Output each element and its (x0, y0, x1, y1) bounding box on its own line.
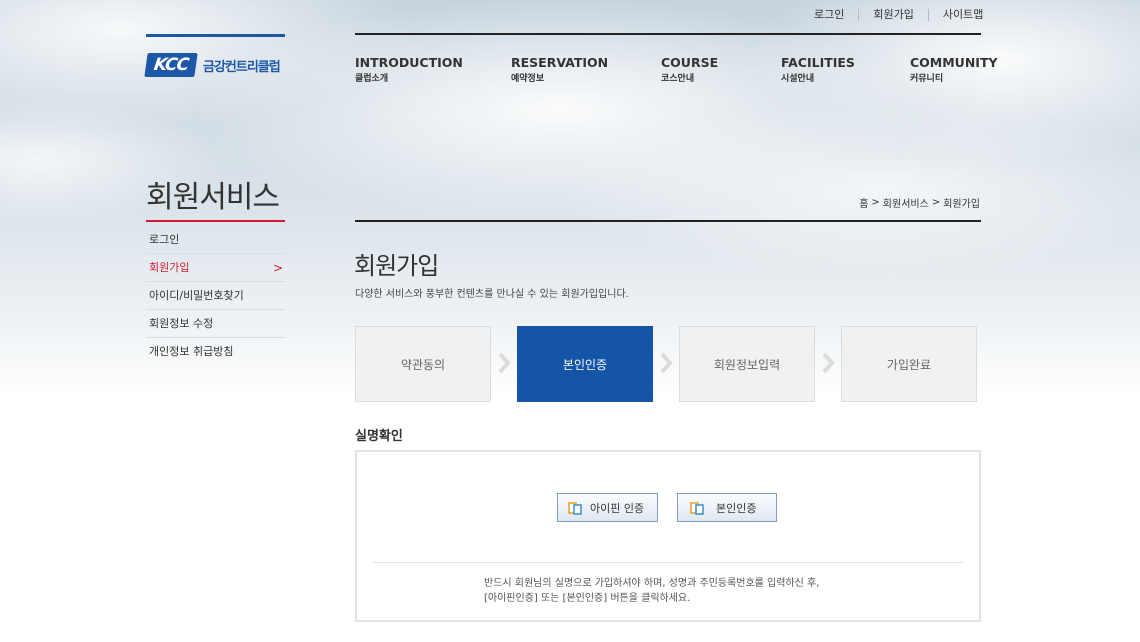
gnb-facilities[interactable]: FACILITIES 시설안내 (781, 55, 855, 84)
step-complete: 가입완료 (841, 326, 977, 402)
gnb-label-en: INTRODUCTION (355, 55, 463, 70)
kcc-logo-mark: KCC (144, 53, 198, 77)
step-arrow-icon (660, 352, 673, 374)
logo-top-bar (146, 34, 285, 37)
page-title: 회원가입 (354, 252, 439, 280)
side-menu-label: 개인정보 취급방침 (149, 345, 234, 358)
utility-join-link[interactable]: 회원가입 (858, 9, 927, 21)
site-logo[interactable]: KCC 금강컨트리클럽 (144, 53, 281, 77)
verification-note: 반드시 회원님의 실명으로 가입하셔야 하며, 성명과 주민등록번호를 입력하신… (484, 576, 819, 606)
gnb-reservation[interactable]: RESERVATION 예약정보 (511, 55, 608, 84)
utility-nav: 로그인 회원가입 사이트맵 (800, 9, 997, 21)
gnb-top-bar (355, 33, 981, 35)
note-line-2: [아이핀인증] 또는 [본인인증] 버튼을 클릭하세요. (484, 593, 691, 604)
gnb-label-en: RESERVATION (511, 55, 609, 70)
chevron-right-icon: > (272, 261, 283, 275)
gnb-label-en: COMMUNITY (910, 55, 998, 70)
breadcrumb-current: 회원가입 (943, 199, 980, 210)
side-menu-label: 로그인 (149, 233, 180, 246)
gnb-label-ko: 코스안내 (661, 74, 695, 84)
step-member-info: 회원정보입력 (679, 326, 815, 402)
gnb-label-ko: 커뮤니티 (910, 74, 944, 84)
note-line-1: 반드시 회원님의 실명으로 가입하셔야 하며, 성명과 주민등록번호를 입력하신… (484, 578, 820, 589)
gnb-label-ko: 예약정보 (511, 74, 545, 84)
side-menu-label: 회원가입 (149, 261, 190, 274)
side-menu-privacy[interactable]: 개인정보 취급방침 (146, 338, 285, 365)
gnb-label-ko: 시설안내 (781, 74, 815, 84)
gnb-label-en: FACILITIES (781, 55, 855, 70)
breadcrumb-home[interactable]: 홈 (859, 195, 868, 210)
gnb-label-en: COURSE (661, 55, 719, 70)
side-menu-edit-info[interactable]: 회원정보 수정 (146, 310, 285, 338)
side-menu-label: 회원정보 수정 (149, 317, 214, 330)
breadcrumb-separator: > (931, 197, 941, 208)
step-arrow-icon (498, 352, 511, 374)
content-top-bar (355, 220, 981, 222)
logo-text: 금강컨트리클럽 (203, 59, 281, 75)
gnb-introduction[interactable]: INTRODUCTION 클럽소개 (355, 55, 463, 84)
gnb-label-ko: 클럽소개 (355, 74, 389, 84)
page-description: 다양한 서비스와 풍부한 컨텐츠를 만나실 수 있는 회원가입입니다. (355, 289, 629, 300)
side-menu-find-account[interactable]: 아이디/비밀번호찾기 (146, 282, 285, 310)
utility-login-link[interactable]: 로그인 (800, 9, 858, 21)
utility-sitemap-link[interactable]: 사이트맵 (927, 9, 997, 21)
breadcrumb: 홈 > 회원서비스 > 회원가입 (859, 195, 980, 210)
side-menu-join[interactable]: 회원가입 > (146, 254, 285, 282)
step-arrow-icon (822, 352, 835, 374)
breadcrumb-separator: > (871, 197, 880, 208)
box-divider (372, 562, 964, 563)
step-verification: 본인인증 (517, 326, 653, 402)
ipin-auth-button[interactable]: 아이핀 인증 (557, 493, 658, 522)
gnb-community[interactable]: COMMUNITY 커뮤니티 (910, 55, 998, 84)
lnb-title-underline (146, 220, 285, 222)
identity-auth-label: 본인인증 (716, 501, 757, 515)
identity-auth-button[interactable]: 본인인증 (677, 493, 777, 522)
gnb-course[interactable]: COURSE 코스안내 (661, 55, 718, 84)
breadcrumb-member-service[interactable]: 회원서비스 (883, 195, 929, 210)
section-title: 실명확인 (355, 429, 403, 444)
step-terms: 약관동의 (355, 326, 491, 402)
lnb-title: 회원서비스 (146, 180, 280, 215)
document-icon (690, 501, 704, 515)
side-menu-label: 아이디/비밀번호찾기 (149, 289, 244, 302)
side-menu: 로그인 회원가입 > 아이디/비밀번호찾기 회원정보 수정 개인정보 취급방침 (146, 226, 285, 365)
document-icon (568, 501, 582, 515)
ipin-auth-label: 아이핀 인증 (590, 501, 645, 515)
side-menu-login[interactable]: 로그인 (146, 226, 285, 254)
